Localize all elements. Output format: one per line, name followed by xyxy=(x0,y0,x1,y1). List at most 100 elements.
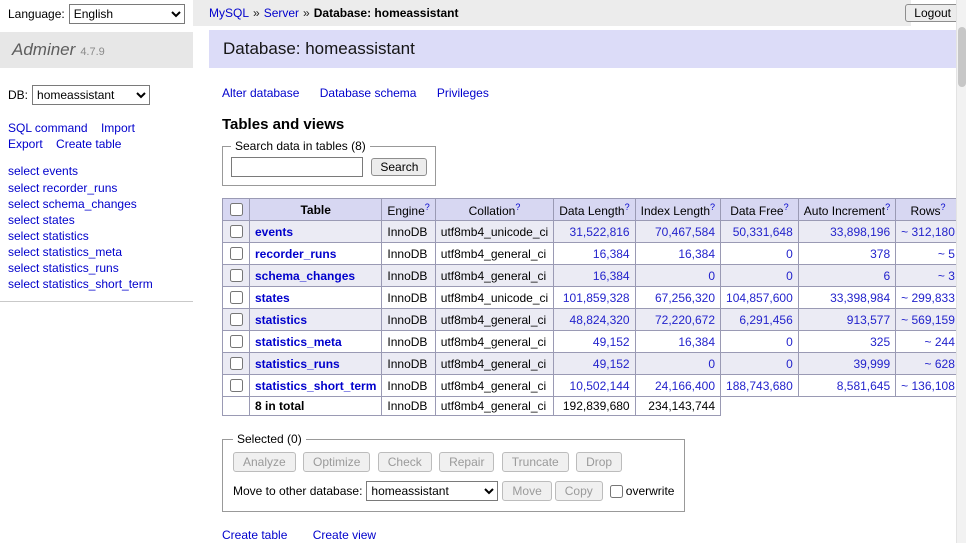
breadcrumb-mysql-link[interactable]: MySQL xyxy=(209,6,249,20)
cell-rows: ~ 136,108 xyxy=(896,375,956,397)
db-selector-row: DB:homeassistant xyxy=(8,85,193,105)
truncate-button[interactable]: Truncate xyxy=(502,452,569,472)
table-link[interactable]: statistics_meta xyxy=(255,335,342,349)
create-table-link[interactable]: Create table xyxy=(222,528,287,542)
page-title: Database: homeassistant xyxy=(209,30,956,68)
row-checkbox[interactable] xyxy=(230,335,243,348)
logout-button[interactable]: Logout xyxy=(905,4,960,22)
search-input[interactable] xyxy=(231,157,363,177)
cell-data-length: 49,152 xyxy=(554,353,635,375)
sidebar-export-link[interactable]: Export xyxy=(8,137,43,151)
column-help-link[interactable]: ? xyxy=(885,202,890,212)
check-button[interactable]: Check xyxy=(378,452,432,472)
copy-button[interactable]: Copy xyxy=(555,481,603,501)
row-checkbox[interactable] xyxy=(230,225,243,238)
sidebar-import-link[interactable]: Import xyxy=(101,121,135,135)
sidebar-item-select-recorder-runs[interactable]: select recorder_runs xyxy=(8,181,193,195)
row-checkbox-cell xyxy=(223,375,250,397)
sidebar-sql-command-link[interactable]: SQL command xyxy=(8,121,88,135)
cell-data-free: 0 xyxy=(721,243,799,265)
column-help-link[interactable]: ? xyxy=(710,202,715,212)
repair-button[interactable]: Repair xyxy=(439,452,494,472)
analyze-button[interactable]: Analyze xyxy=(233,452,296,472)
db-select[interactable]: homeassistant xyxy=(32,85,150,105)
cell-engine: InnoDB xyxy=(382,331,435,353)
sidebar-item-select-states[interactable]: select states xyxy=(8,213,193,227)
language-select[interactable]: English xyxy=(69,4,185,24)
total-empty-cell xyxy=(223,397,250,416)
total-data-length: 192,839,680 xyxy=(554,397,635,416)
select-all-checkbox[interactable] xyxy=(230,203,243,216)
cell-rows: ~ 299,833 xyxy=(896,287,956,309)
drop-button[interactable]: Drop xyxy=(576,452,622,472)
total-label: 8 in total xyxy=(250,397,382,416)
tables-body: eventsInnoDButf8mb4_unicode_ci31,522,816… xyxy=(223,221,957,397)
column-header-engine: Engine? xyxy=(382,199,435,221)
table-link[interactable]: schema_changes xyxy=(255,269,355,283)
cell-index-length: 16,384 xyxy=(635,243,720,265)
cell-rows: ~ 312,180 xyxy=(896,221,956,243)
column-help-link[interactable]: ? xyxy=(941,202,946,212)
cell-auto-increment: 8,581,645 xyxy=(798,375,895,397)
table-link[interactable]: statistics_runs xyxy=(255,357,340,371)
cell-name: statistics_meta xyxy=(250,331,382,353)
table-row: statistics_short_term InnoDButf8mb4_gener… xyxy=(223,375,957,397)
row-checkbox[interactable] xyxy=(230,247,243,260)
alter-database-link[interactable]: Alter database xyxy=(222,86,299,100)
cell-auto-increment: 33,398,984 xyxy=(798,287,895,309)
cell-collation: utf8mb4_general_ci xyxy=(435,243,553,265)
vertical-scrollbar[interactable] xyxy=(956,0,966,543)
table-link[interactable]: statistics_short_term xyxy=(255,379,376,393)
cell-collation: utf8mb4_general_ci xyxy=(435,353,553,375)
cell-data-length: 49,152 xyxy=(554,331,635,353)
column-help-link[interactable]: ? xyxy=(425,202,430,212)
row-checkbox[interactable] xyxy=(230,313,243,326)
search-legend: Search data in tables (8) xyxy=(231,139,370,153)
table-row: eventsInnoDButf8mb4_unicode_ci31,522,816… xyxy=(223,221,957,243)
sidebar-item-select-statistics-meta[interactable]: select statistics_meta xyxy=(8,245,193,259)
database-schema-link[interactable]: Database schema xyxy=(320,86,417,100)
create-view-link[interactable]: Create view xyxy=(313,528,376,542)
table-link[interactable]: events xyxy=(255,225,293,239)
overwrite-checkbox[interactable] xyxy=(610,485,623,498)
breadcrumb-server-link[interactable]: Server xyxy=(264,6,299,20)
move-button[interactable]: Move xyxy=(502,481,551,501)
sidebar-create-table-link[interactable]: Create table xyxy=(56,137,121,151)
cell-index-length: 72,220,672 xyxy=(635,309,720,331)
cell-engine: InnoDB xyxy=(382,375,435,397)
row-checkbox[interactable] xyxy=(230,379,243,392)
cell-name: recorder_runs xyxy=(250,243,382,265)
table-link[interactable]: states xyxy=(255,291,290,305)
total-filler xyxy=(721,397,956,416)
breadcrumb: MySQL»Server»Database: homeassistant xyxy=(193,0,911,26)
sidebar-item-select-statistics[interactable]: select statistics xyxy=(8,229,193,243)
row-checkbox-cell xyxy=(223,265,250,287)
app-name: Adminer xyxy=(12,40,75,59)
sidebar-item-select-schema-changes[interactable]: select schema_changes xyxy=(8,197,193,211)
cell-collation: utf8mb4_general_ci xyxy=(435,375,553,397)
total-engine: InnoDB xyxy=(382,397,435,416)
sidebar-item-select-statistics-short-term[interactable]: select statistics_short_term xyxy=(8,277,193,291)
row-checkbox[interactable] xyxy=(230,269,243,282)
table-link[interactable]: statistics xyxy=(255,313,307,327)
row-checkbox[interactable] xyxy=(230,357,243,370)
sidebar-item-select-statistics-runs[interactable]: select statistics_runs xyxy=(8,261,193,275)
cell-name: statistics xyxy=(250,309,382,331)
selected-legend: Selected (0) xyxy=(233,432,306,446)
privileges-link[interactable]: Privileges xyxy=(437,86,489,100)
sidebar-item-select-events[interactable]: select events xyxy=(8,164,193,178)
move-database-select[interactable]: homeassistant xyxy=(366,481,498,501)
cell-auto-increment: 325 xyxy=(798,331,895,353)
search-button[interactable]: Search xyxy=(371,158,427,176)
scrollbar-thumb[interactable] xyxy=(958,27,966,87)
row-checkbox[interactable] xyxy=(230,291,243,304)
column-help-link[interactable]: ? xyxy=(625,202,630,212)
optimize-button[interactable]: Optimize xyxy=(303,452,370,472)
column-help-link[interactable]: ? xyxy=(784,202,789,212)
cell-index-length: 70,467,584 xyxy=(635,221,720,243)
cell-index-length: 67,256,320 xyxy=(635,287,720,309)
table-link[interactable]: recorder_runs xyxy=(255,247,336,261)
column-help-link[interactable]: ? xyxy=(515,202,520,212)
cell-name: states xyxy=(250,287,382,309)
sidebar-divider xyxy=(0,301,193,302)
